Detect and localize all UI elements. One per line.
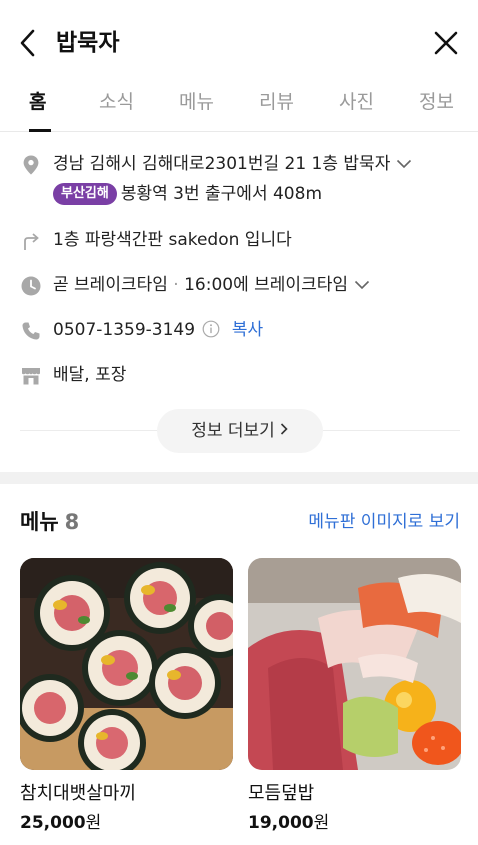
copy-button[interactable]: 복사	[232, 320, 263, 340]
menu-item-photo	[20, 558, 233, 770]
chevron-left-icon[interactable]	[16, 28, 42, 58]
price-value: 19,000	[248, 813, 314, 833]
more-info-button[interactable]: 정보 더보기	[157, 409, 323, 453]
menu-item-price: 25,000원	[20, 812, 233, 834]
location-pin-icon	[23, 155, 39, 175]
region-badge: 부산김해	[53, 183, 117, 205]
info-icon[interactable]	[202, 320, 220, 338]
menu-item-name: 모듬덮밥	[248, 783, 315, 804]
chevron-down-icon[interactable]	[396, 159, 412, 169]
store-icon	[22, 368, 40, 385]
phone-icon	[22, 322, 40, 340]
section-gap	[0, 472, 478, 484]
tab-news[interactable]: 소식	[99, 86, 134, 118]
address-text: 경남 김해시 김해대로2301번길 21 1층 밥묵자	[53, 154, 391, 174]
directions-text: 1층 파랑색간판 sakedon 입니다	[53, 230, 292, 250]
tab-reviews[interactable]: 리뷰	[259, 86, 294, 118]
menu-count: 8	[64, 510, 80, 534]
chevron-down-icon[interactable]	[354, 280, 370, 290]
menu-item-card[interactable]: 참치대뱃살마끼 25,000원	[20, 558, 233, 834]
menu-item-price: 19,000원	[248, 812, 461, 834]
price-unit: 원	[313, 813, 330, 833]
chevron-right-icon	[280, 423, 288, 435]
menu-item-card[interactable]: 모듬덮밥 19,000원	[248, 558, 461, 834]
hours-status: 곧 브레이크타임	[53, 275, 168, 295]
active-tab-indicator	[29, 129, 51, 132]
price-unit: 원	[85, 813, 102, 833]
close-icon[interactable]	[432, 29, 460, 57]
hours-separator: ·	[173, 275, 179, 295]
menu-item-photo	[248, 558, 461, 770]
tab-info[interactable]: 정보	[419, 86, 454, 118]
page-title: 밥묵자	[56, 30, 120, 56]
menu-item-name: 참치대뱃살마끼	[20, 783, 136, 804]
tab-photos[interactable]: 사진	[339, 86, 374, 118]
tab-menu[interactable]: 메뉴	[179, 86, 214, 118]
header: 밥묵자	[0, 0, 478, 86]
menu-image-link[interactable]: 메뉴판 이미지로 보기	[308, 510, 460, 534]
tab-bar: 홈 소식 메뉴 리뷰 사진 정보	[0, 86, 478, 132]
subway-info: 봉황역 3번 출구에서 408m	[120, 184, 322, 204]
price-value: 25,000	[20, 813, 86, 833]
tab-home[interactable]: 홈	[29, 86, 46, 118]
hours-detail: 16:00에 브레이크타임	[184, 275, 348, 295]
services-text: 배달, 포장	[53, 365, 127, 385]
more-info-label: 정보 더보기	[191, 421, 275, 441]
phone-number[interactable]: 0507-1359-3149	[53, 320, 195, 340]
turn-arrow-icon	[24, 233, 39, 250]
clock-icon	[21, 276, 41, 296]
menu-section-title: 메뉴 8	[20, 508, 79, 536]
menu-title-text: 메뉴	[20, 510, 59, 534]
